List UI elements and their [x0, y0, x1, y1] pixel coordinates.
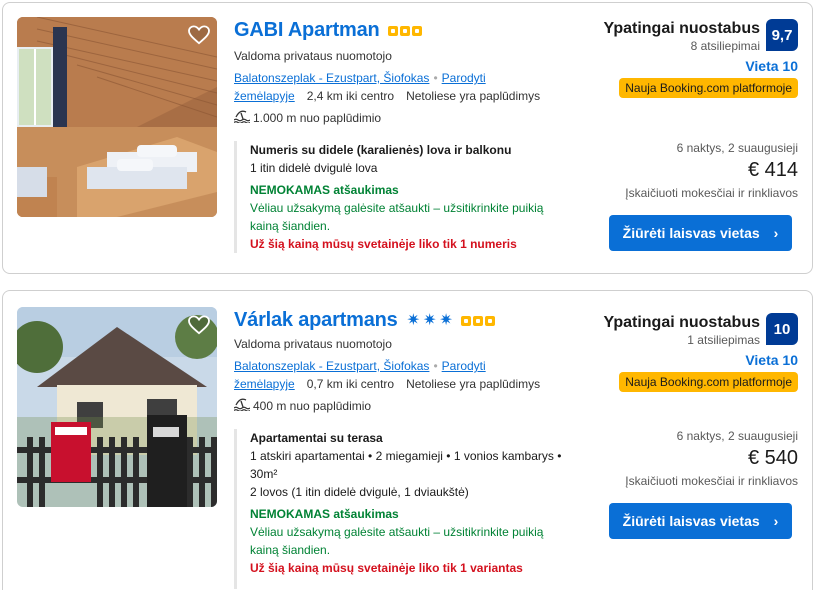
- room-detail: 1 atskiri apartamentai • 2 miegamieji • …: [250, 449, 562, 463]
- house-exterior-image: [17, 307, 217, 507]
- taxes-note: Įskaičiuoti mokesčiai ir rinkliavos: [625, 474, 798, 488]
- room-info: Apartamentai su terasa 1 atskiri apartam…: [250, 429, 595, 577]
- property-title[interactable]: GABI Apartman: [234, 19, 380, 42]
- wooden-room-image: [17, 17, 217, 217]
- chevron-right-icon: ›: [773, 513, 779, 529]
- rating-square-icon: [460, 315, 471, 326]
- rating-block: Ypatingai nuostabus 1 atsiliepimas 10 Vi…: [578, 313, 798, 392]
- stay-info: 6 naktys, 2 suaugusieji: [676, 141, 798, 155]
- property-title[interactable]: Várlak apartmans: [234, 309, 398, 332]
- location-link[interactable]: Balatonszeplak - Ezustpart, Šiofokas: [234, 359, 429, 373]
- heart-icon[interactable]: [187, 313, 211, 337]
- cancellation-note: Vėliau užsakymą galėsite atšaukti – užsi…: [250, 201, 544, 215]
- rating-square-icon: [387, 25, 398, 36]
- location-info: Balatonszeplak - Ezustpart, Šiofokas • Par…: [234, 359, 541, 391]
- room-detail: 30m²: [250, 467, 278, 481]
- review-count[interactable]: 8 atsiliepimai: [604, 39, 760, 53]
- star-rating: [386, 25, 422, 36]
- beach-distance-row: 400 m nuo paplūdimio: [233, 397, 372, 414]
- location-score: Vieta 10: [745, 352, 798, 368]
- show-map-link[interactable]: Parodyti: [442, 71, 486, 85]
- see-availability-button[interactable]: Žiūrėti laisvas vietas ›: [609, 503, 792, 539]
- distance-from-centre: 0,7 km iki centro: [306, 377, 395, 391]
- show-map-link-cont[interactable]: žemėlapyje: [234, 377, 295, 391]
- beach-distance: 400 m nuo paplūdimio: [253, 398, 372, 413]
- rating-square-icon: [399, 25, 410, 36]
- beach-distance: 1.000 m nuo paplūdimio: [253, 110, 382, 125]
- cancellation-note: Vėliau užsakymą galėsite atšaukti – užsi…: [250, 525, 544, 539]
- location-link[interactable]: Balatonszeplak - Ezustpart, Šiofokas: [234, 71, 429, 85]
- stay-info: 6 naktys, 2 suaugusieji: [676, 429, 798, 443]
- asterisk-icon: ✷: [439, 311, 453, 329]
- new-on-booking-badge: Nauja Booking.com platformoje: [619, 372, 798, 392]
- star-rating: [459, 315, 495, 326]
- symbol-rating: ✷ ✷ ✷: [404, 311, 453, 329]
- price-block: 6 naktys, 2 suaugusieji € 414 Įskaičiuot…: [578, 141, 798, 200]
- heart-icon[interactable]: [187, 23, 211, 47]
- rating-label: Ypatingai nuostabus: [603, 314, 760, 331]
- distance-from-centre: 2,4 km iki centro: [306, 89, 395, 103]
- room-divider: [234, 429, 237, 589]
- beach-icon: [233, 397, 251, 414]
- free-cancellation: NEMOKAMAS atšaukimas: [250, 507, 399, 521]
- location-score: Vieta 10: [745, 58, 798, 74]
- price-block: 6 naktys, 2 suaugusieji € 540 Įskaičiuot…: [578, 429, 798, 488]
- property-photo[interactable]: [17, 17, 217, 217]
- beach-nearby: Netoliese yra paplūdimys: [406, 377, 541, 391]
- room-info: Numeris su didele (karalienės) lova ir b…: [250, 141, 595, 253]
- host-type: Valdoma privataus nuomotojo: [234, 49, 392, 63]
- button-label: Žiūrėti laisvas vietas: [622, 225, 760, 241]
- scarcity-message: Už šią kainą mūsų svetainėje liko tik 1 …: [250, 561, 523, 575]
- rating-square-icon: [472, 315, 483, 326]
- rating-block: Ypatingai nuostabus 8 atsiliepimai 9,7 V…: [578, 19, 798, 98]
- cancellation-note-cont: kainą šiandien.: [250, 543, 331, 557]
- show-map-link[interactable]: Parodyti: [442, 359, 486, 373]
- beach-distance-row: 1.000 m nuo paplūdimio: [233, 109, 382, 126]
- free-cancellation: NEMOKAMAS atšaukimas: [250, 183, 399, 197]
- room-divider: [234, 141, 237, 253]
- taxes-note: Įskaičiuoti mokesčiai ir rinkliavos: [625, 186, 798, 200]
- review-score-badge[interactable]: 9,7: [766, 19, 798, 51]
- room-name[interactable]: Apartamentai su terasa: [250, 429, 595, 447]
- host-type: Valdoma privataus nuomotojo: [234, 337, 392, 351]
- property-photo[interactable]: [17, 307, 217, 507]
- room-detail: 1 itin didelė dvigulė lova: [250, 161, 378, 175]
- beach-nearby: Netoliese yra paplūdimys: [406, 89, 541, 103]
- chevron-right-icon: ›: [773, 225, 779, 241]
- price: € 414: [747, 159, 798, 181]
- scarcity-message: Už šią kainą mūsų svetainėje liko tik 1 …: [250, 237, 517, 251]
- review-count[interactable]: 1 atsiliepimas: [604, 333, 760, 347]
- asterisk-icon: ✷: [406, 311, 420, 329]
- button-label: Žiūrėti laisvas vietas: [622, 513, 760, 529]
- cancellation-note-cont: kainą šiandien.: [250, 219, 331, 233]
- rating-square-icon: [411, 25, 422, 36]
- show-map-link-cont[interactable]: žemėlapyje: [234, 89, 295, 103]
- room-detail: 2 lovos (1 itin didelė dvigulė, 1 dviauk…: [250, 485, 469, 499]
- price: € 540: [747, 447, 798, 469]
- see-availability-button[interactable]: Žiūrėti laisvas vietas ›: [609, 215, 792, 251]
- room-name[interactable]: Numeris su didele (karalienės) lova ir b…: [250, 141, 595, 159]
- review-score-badge[interactable]: 10: [766, 313, 798, 345]
- new-on-booking-badge: Nauja Booking.com platformoje: [619, 78, 798, 98]
- asterisk-icon: ✷: [422, 311, 437, 329]
- property-card[interactable]: Várlak apartmans ✷ ✷ ✷ Valdoma privataus…: [2, 290, 813, 590]
- beach-icon: [233, 109, 251, 126]
- rating-label: Ypatingai nuostabus: [603, 20, 760, 37]
- rating-square-icon: [484, 315, 495, 326]
- property-card[interactable]: GABI Apartman Valdoma privataus nuomotoj…: [2, 2, 813, 274]
- location-info: Balatonszeplak - Ezustpart, Šiofokas • Par…: [234, 71, 541, 103]
